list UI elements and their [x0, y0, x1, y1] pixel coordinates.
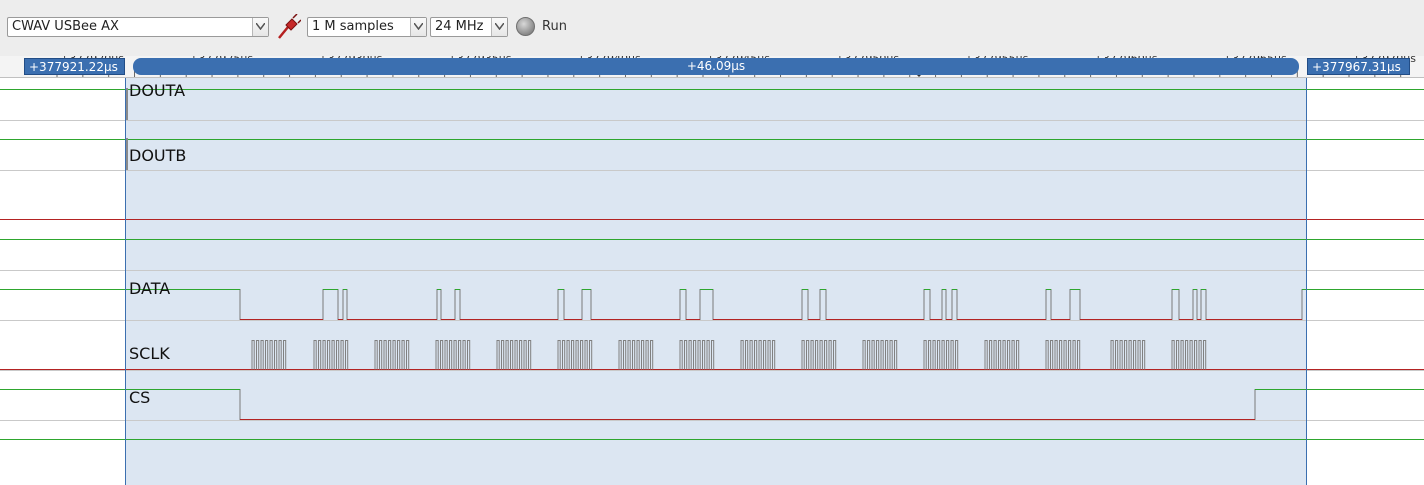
probe-icon[interactable]	[277, 14, 301, 40]
rate-select[interactable]: 24 MHz	[430, 17, 508, 37]
chevron-down-icon[interactable]	[252, 18, 268, 36]
toolbar: CWAV USBee AX 1 M samples 24 MHz Run	[0, 0, 1424, 57]
chevron-down-icon[interactable]	[410, 18, 426, 36]
left-cursor-label[interactable]: +377921.22µs	[24, 58, 125, 75]
douta-glitch	[126, 88, 128, 120]
channel-label: SCLK	[129, 344, 170, 363]
channel-label: CS	[129, 388, 150, 407]
samples-select[interactable]: 1 M samples	[307, 17, 427, 37]
device-select[interactable]: CWAV USBee AX	[7, 17, 269, 37]
doutb-glitch	[126, 138, 128, 170]
device-select-value: CWAV USBee AX	[12, 19, 119, 34]
run-button[interactable]	[516, 17, 535, 36]
right-cursor-label[interactable]: +377967.31µs	[1307, 58, 1410, 75]
rate-select-value: 24 MHz	[435, 19, 484, 34]
run-label[interactable]: Run	[542, 19, 567, 34]
samples-select-value: 1 M samples	[312, 19, 394, 34]
signal-view[interactable]: DOUTA DOUTB DATA SCLK CS	[0, 78, 1424, 485]
channel-label: DOUTB	[129, 146, 186, 165]
channel-label: DOUTA	[129, 81, 185, 100]
channel-label: DATA	[129, 279, 170, 298]
cursor-delta-label[interactable]: +46.09µs	[133, 58, 1299, 75]
chevron-down-icon[interactable]	[491, 18, 507, 36]
